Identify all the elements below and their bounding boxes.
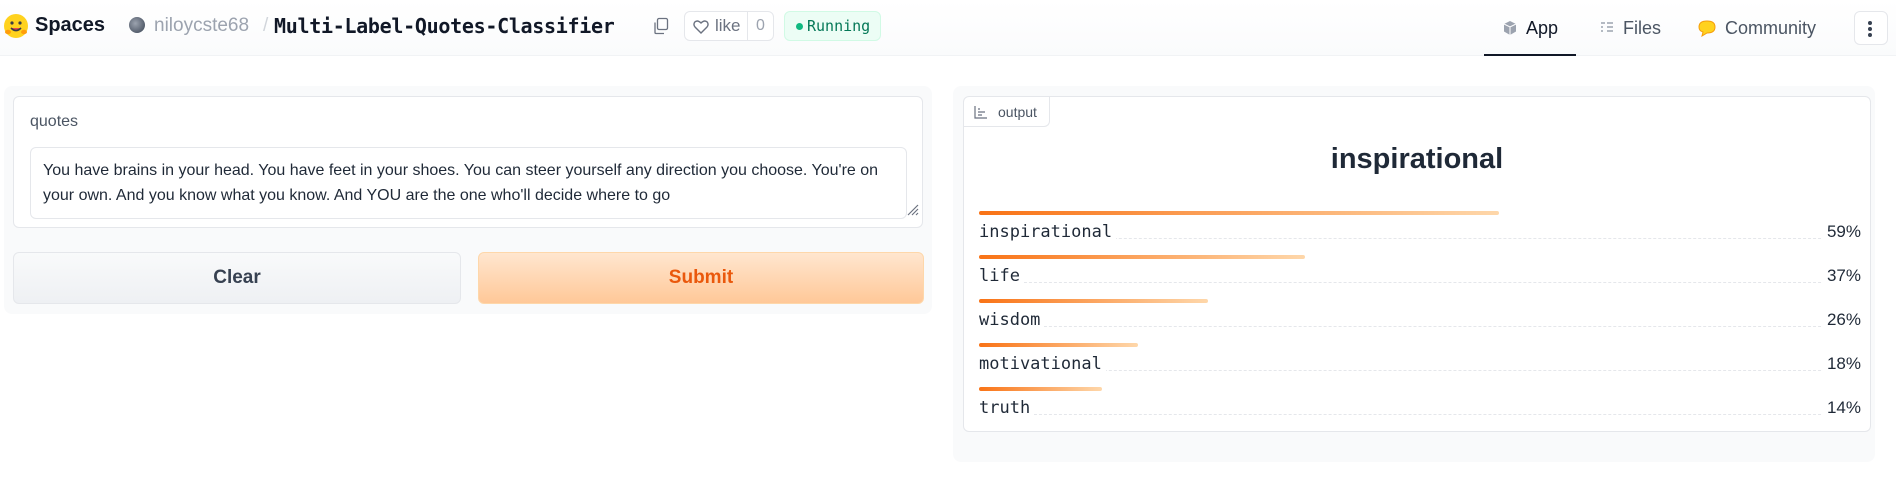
confidence-label: wisdom: [979, 310, 1045, 330]
top-navigation-bar: Spaces niloycste68 / Multi-Label-Quotes-…: [0, 0, 1896, 56]
confidence-row[interactable]: inspirational 59%: [979, 211, 1861, 255]
output-block: output inspirational inspirational 59% lif…: [963, 96, 1871, 432]
more-dot-icon: [1868, 21, 1872, 25]
like-count: 0: [756, 17, 765, 34]
confidence-label: life: [979, 266, 1024, 286]
cube-icon: [1503, 21, 1517, 35]
owner-avatar[interactable]: [129, 17, 145, 33]
confidence-percent: 18%: [1822, 354, 1861, 374]
confidence-bar: [979, 255, 1306, 259]
more-dot-icon: [1868, 27, 1872, 31]
output-panel: output inspirational inspirational 59% lif…: [953, 86, 1875, 462]
confidence-label: motivational: [979, 354, 1106, 374]
confidence-dotted-line: [979, 414, 1861, 415]
input-panel: quotes You have brains in your head. You…: [4, 86, 932, 314]
confidence-percent: 26%: [1822, 310, 1861, 330]
confidence-dotted-line: [979, 282, 1861, 283]
bar-chart-icon: [974, 106, 987, 119]
tab-community-label: Community: [1725, 17, 1817, 38]
tab-files[interactable]: Files: [1599, 0, 1661, 56]
confidence-label: inspirational: [979, 222, 1117, 242]
files-icon: [1601, 22, 1613, 32]
more-options-button[interactable]: [1854, 11, 1888, 45]
confidence-percent: 59%: [1822, 222, 1861, 242]
confidence-percent: 37%: [1822, 266, 1861, 286]
status-badge: Running: [784, 11, 882, 41]
confidence-bar: [979, 211, 1500, 215]
owner-link[interactable]: niloycste68: [154, 15, 249, 37]
confidence-row[interactable]: wisdom 26%: [979, 299, 1861, 343]
confidence-bar: [979, 299, 1209, 303]
confidence-list: inspirational 59% life 37% wisdom 26% motivati…: [979, 211, 1861, 431]
confidence-row[interactable]: truth 14%: [979, 387, 1861, 431]
confidence-bar: [979, 387, 1103, 391]
repo-name-link[interactable]: Multi-Label-Quotes-Classifier: [274, 14, 615, 38]
confidence-row[interactable]: life 37%: [979, 255, 1861, 299]
copy-icon[interactable]: [653, 17, 669, 35]
tab-community[interactable]: Community: [1697, 0, 1816, 56]
community-icon: [1698, 20, 1716, 37]
tab-files-label: Files: [1623, 17, 1662, 38]
confidence-bar: [979, 343, 1138, 347]
confidence-row[interactable]: motivational 18%: [979, 343, 1861, 387]
output-tag-text: output: [998, 104, 1037, 120]
output-label-tag: output: [964, 97, 1050, 127]
tab-app-label: App: [1526, 17, 1559, 38]
confidence-label: truth: [979, 398, 1035, 418]
confidence-dotted-line: [979, 326, 1861, 327]
tab-app[interactable]: App: [1483, 0, 1577, 56]
like-button[interactable]: like 0: [684, 11, 774, 41]
quotes-textarea[interactable]: You have brains in your head. You have f…: [30, 147, 907, 219]
quotes-label: quotes: [30, 113, 79, 130]
quotes-input-block: quotes You have brains in your head. You…: [13, 96, 923, 228]
heart-icon: [693, 19, 709, 34]
predicted-label: inspirational: [1330, 143, 1504, 175]
confidence-percent: 14%: [1822, 398, 1861, 418]
submit-button[interactable]: Submit: [478, 252, 924, 304]
confidence-dotted-line: [979, 370, 1861, 371]
more-dot-icon: [1868, 33, 1872, 37]
huggingface-logo-icon[interactable]: [3, 13, 29, 39]
path-separator: /: [263, 15, 269, 36]
spaces-brand-link[interactable]: Spaces: [35, 14, 105, 37]
resize-grip-icon[interactable]: [905, 202, 919, 216]
clear-button[interactable]: Clear: [13, 252, 461, 304]
like-label: like: [715, 16, 741, 35]
